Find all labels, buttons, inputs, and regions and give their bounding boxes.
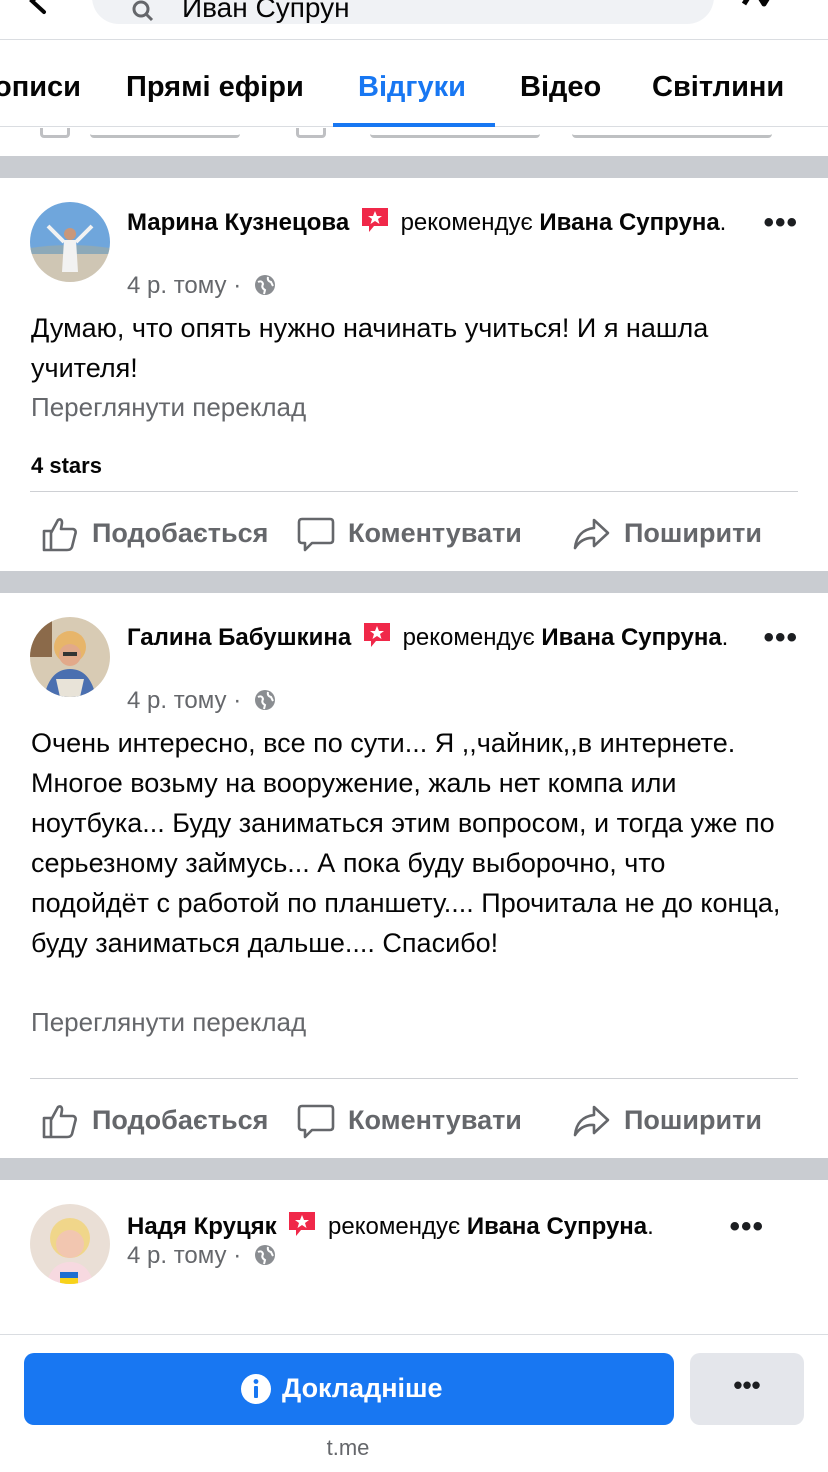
divider xyxy=(30,491,798,492)
messenger-icon[interactable] xyxy=(740,0,784,14)
review-post: Надя Круцяк рекомендує Ивана Супруна. 4 … xyxy=(0,1180,828,1334)
avatar[interactable] xyxy=(30,1204,110,1284)
recommended-page-link[interactable]: Ивана Супруна xyxy=(541,624,721,651)
search-query: Иван Супрун xyxy=(182,0,350,23)
search-icon xyxy=(132,0,154,22)
thumbs-up-icon xyxy=(42,1105,77,1139)
rating-stars: 4 stars xyxy=(31,453,102,478)
comment-icon xyxy=(297,1104,335,1139)
share-icon xyxy=(573,518,610,550)
recommends-text: рекомендує xyxy=(402,624,535,651)
post-separator xyxy=(0,1158,828,1180)
comment-label: Коментувати xyxy=(348,1105,522,1135)
post-meta: 4 р. тому · xyxy=(127,272,276,300)
post-separator xyxy=(0,571,828,593)
thumbs-up-icon xyxy=(42,518,77,552)
review-text: Очень интересно, все по сути... Я ,,чайн… xyxy=(31,728,781,958)
meta-separator: · xyxy=(233,1242,242,1269)
info-icon xyxy=(241,1374,271,1404)
learn-more-button[interactable]: Докладніше xyxy=(24,1353,674,1425)
recommends-text: рекомендує xyxy=(400,209,533,236)
more-options-button[interactable]: ••• xyxy=(690,1353,804,1425)
globe-icon xyxy=(254,690,275,710)
post-options-button[interactable]: ••• xyxy=(729,1210,764,1244)
post-header: Марина Кузнецова рекомендує Ивана Супрун… xyxy=(127,206,748,237)
link-domain: t.me xyxy=(326,1435,370,1460)
header-period: . xyxy=(647,1213,654,1240)
see-translation-link[interactable]: Переглянути переклад xyxy=(31,392,306,423)
post-separator xyxy=(0,156,828,178)
post-meta: 4 р. тому · xyxy=(127,687,276,715)
header-period: . xyxy=(719,209,727,236)
divider xyxy=(30,1078,798,1079)
tab-photos[interactable]: Світлини xyxy=(652,71,784,104)
post-header: Галина Бабушкина рекомендує Ивана Супрун… xyxy=(127,621,748,652)
author-name[interactable]: Галина Бабушкина xyxy=(127,624,351,651)
recommend-badge-icon xyxy=(361,208,388,232)
recommends-text: рекомендує xyxy=(328,1213,461,1240)
learn-more-label: Докладніше xyxy=(282,1373,443,1403)
tab-posts[interactable]: описи xyxy=(0,71,81,104)
recommended-page-link[interactable]: Ивана Супруна xyxy=(539,209,719,236)
post-meta: 4 р. тому · xyxy=(127,1242,276,1270)
header-period: . xyxy=(721,624,729,651)
author-name[interactable]: Марина Кузнецова xyxy=(127,209,349,236)
post-time[interactable]: 4 р. тому xyxy=(127,687,227,714)
review-post: Марина Кузнецова рекомендує Ивана Супрун… xyxy=(0,178,828,571)
post-options-button[interactable]: ••• xyxy=(763,621,798,655)
comment-icon xyxy=(297,517,335,552)
post-time[interactable]: 4 р. тому xyxy=(127,272,227,299)
share-label: Поширити xyxy=(624,1105,762,1135)
tab-reviews[interactable]: Відгуки xyxy=(358,71,466,104)
recommended-page-link[interactable]: Ивана Супруна xyxy=(467,1213,647,1240)
previous-post-actions-cutoff xyxy=(0,128,828,156)
share-label: Поширити xyxy=(624,518,762,548)
bottom-action-bar: Докладніше ••• t.me xyxy=(0,1334,828,1472)
tab-live[interactable]: Прямі ефіри xyxy=(126,71,304,104)
recommend-badge-icon xyxy=(289,1212,316,1236)
review-text: Думаю, что опять нужно начинать учиться!… xyxy=(31,313,709,383)
avatar[interactable] xyxy=(30,202,110,282)
globe-icon xyxy=(254,1245,275,1265)
like-label: Подобається xyxy=(92,1105,269,1135)
avatar[interactable] xyxy=(30,617,110,697)
post-options-button[interactable]: ••• xyxy=(763,206,798,240)
page-tabs: описи Прямі ефіри Відгуки Відео Світлини xyxy=(0,41,828,127)
active-tab-indicator xyxy=(333,123,495,127)
share-icon xyxy=(573,1105,610,1137)
post-header: Надя Круцяк рекомендує Ивана Супруна. xyxy=(127,1210,698,1241)
search-input[interactable]: Иван Супрун xyxy=(92,0,714,24)
back-arrow-icon[interactable] xyxy=(24,0,54,16)
review-post: Галина Бабушкина рекомендує Ивана Супрун… xyxy=(0,593,828,1158)
meta-separator: · xyxy=(233,687,242,714)
globe-icon xyxy=(254,275,275,295)
like-label: Подобається xyxy=(92,518,269,548)
top-search-bar: Иван Супрун xyxy=(0,0,828,40)
recommend-badge-icon xyxy=(363,623,390,647)
tab-video[interactable]: Відео xyxy=(520,71,601,104)
comment-label: Коментувати xyxy=(348,518,522,548)
author-name[interactable]: Надя Круцяк xyxy=(127,1213,277,1240)
post-time[interactable]: 4 р. тому xyxy=(127,1242,227,1269)
meta-separator: · xyxy=(233,272,242,299)
see-translation-link[interactable]: Переглянути переклад xyxy=(31,1007,306,1038)
